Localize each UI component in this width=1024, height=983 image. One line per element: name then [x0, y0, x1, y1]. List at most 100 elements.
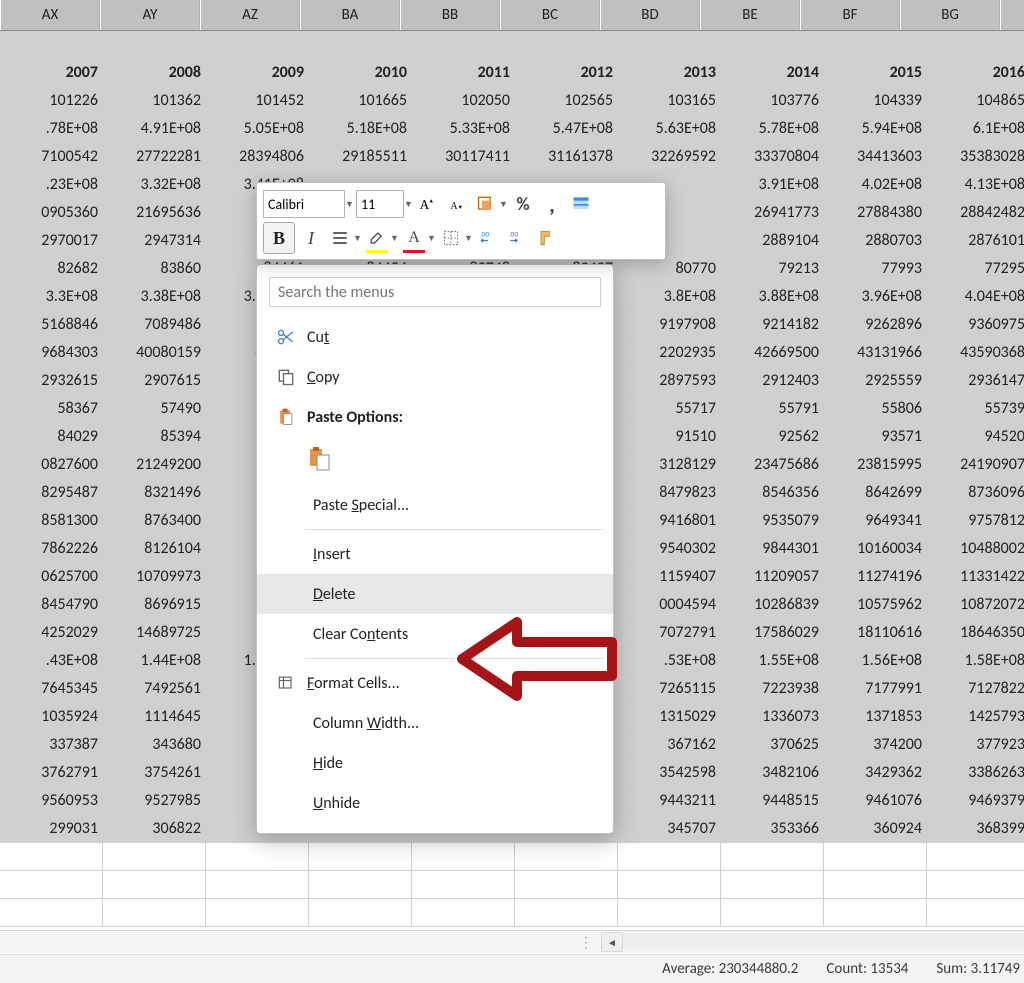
cell[interactable]: 8454790 — [0, 591, 103, 619]
cell[interactable]: 2016 — [927, 59, 1024, 87]
cell[interactable]: 103776 — [721, 87, 824, 115]
cell[interactable]: 11331422 — [927, 563, 1024, 591]
cell[interactable]: 10160034 — [824, 535, 927, 563]
cell[interactable]: 5.47E+08 — [515, 115, 618, 143]
cell[interactable]: 9214182 — [721, 311, 824, 339]
cell[interactable]: 92562 — [721, 423, 824, 451]
cell[interactable]: 79213 — [721, 255, 824, 283]
cell[interactable] — [618, 843, 721, 871]
cell[interactable]: 101362 — [103, 87, 206, 115]
cell[interactable]: .43E+08 — [0, 647, 103, 675]
cell[interactable]: 84029 — [0, 423, 103, 451]
increase-decimal-icon[interactable]: .00 — [475, 225, 501, 251]
cell[interactable]: 1.56E+08 — [824, 647, 927, 675]
column-header[interactable]: AY — [100, 0, 200, 30]
scroll-left-button[interactable]: ◄ — [601, 932, 623, 952]
cell[interactable]: 7862226 — [0, 535, 103, 563]
cell[interactable]: 10709973 — [103, 563, 206, 591]
cell[interactable]: 368399 — [927, 815, 1024, 843]
cell[interactable]: 14689725 — [103, 619, 206, 647]
cell[interactable]: 3.32E+08 — [103, 171, 206, 199]
cell[interactable]: 353366 — [721, 815, 824, 843]
column-header[interactable]: BF — [800, 0, 900, 30]
cell[interactable]: 2876101 — [927, 227, 1024, 255]
cell[interactable]: 2007 — [0, 59, 103, 87]
cell[interactable]: 55791 — [721, 395, 824, 423]
cell[interactable]: 9461076 — [824, 787, 927, 815]
menu-cut[interactable]: Cut — [257, 317, 613, 357]
cell[interactable]: 360924 — [824, 815, 927, 843]
scrollbar-track[interactable] — [623, 933, 1024, 951]
cell[interactable]: 9844301 — [721, 535, 824, 563]
cell[interactable]: 9360975 — [927, 311, 1024, 339]
conditional-format-icon[interactable] — [473, 191, 499, 217]
cell[interactable]: 9684303 — [0, 339, 103, 367]
cell[interactable]: 7492561 — [103, 675, 206, 703]
menu-paste-special[interactable]: Paste Special... — [257, 485, 613, 525]
cell[interactable]: 103165 — [618, 87, 721, 115]
decrease-font-icon[interactable]: A▾ — [444, 191, 470, 217]
cell[interactable]: 8321496 — [103, 479, 206, 507]
cell[interactable]: 1.58E+08 — [927, 647, 1024, 675]
column-header[interactable] — [1000, 0, 1024, 30]
cell[interactable] — [721, 31, 824, 59]
cell[interactable]: 5.33E+08 — [412, 115, 515, 143]
format-painter-icon[interactable] — [533, 225, 559, 251]
cell[interactable] — [824, 871, 927, 899]
cell[interactable] — [206, 899, 309, 927]
column-header[interactable]: BG — [900, 0, 1000, 30]
cell[interactable]: 2015 — [824, 59, 927, 87]
cell[interactable]: 9469379 — [927, 787, 1024, 815]
cell[interactable]: 3482106 — [721, 759, 824, 787]
menu-column-width[interactable]: Column Width... — [257, 703, 613, 743]
cell[interactable]: 10872072 — [927, 591, 1024, 619]
cell[interactable] — [309, 31, 412, 59]
cell[interactable]: 0004594 — [618, 591, 721, 619]
cell[interactable]: 93571 — [824, 423, 927, 451]
cell[interactable]: 0625700 — [0, 563, 103, 591]
menu-search[interactable] — [269, 277, 601, 307]
menu-insert[interactable]: Insert — [257, 534, 613, 574]
cell[interactable]: 2947314 — [103, 227, 206, 255]
cell[interactable]: 4.13E+08 — [927, 171, 1024, 199]
cell[interactable]: 1114645 — [103, 703, 206, 731]
cell[interactable]: 2010 — [309, 59, 412, 87]
cell[interactable]: 10286839 — [721, 591, 824, 619]
cell[interactable]: 28394806 — [206, 143, 309, 171]
cell[interactable]: 27884380 — [824, 199, 927, 227]
cell[interactable]: 21695636 — [103, 199, 206, 227]
cell[interactable]: 32269592 — [618, 143, 721, 171]
cell[interactable]: 77993 — [824, 255, 927, 283]
cell[interactable]: 7127822 — [927, 675, 1024, 703]
font-color-icon[interactable]: A — [401, 225, 427, 251]
italic-icon[interactable]: I — [298, 225, 324, 251]
cell[interactable]: 8479823 — [618, 479, 721, 507]
cell[interactable]: 3.3E+08 — [0, 283, 103, 311]
cell[interactable]: 35383028 — [927, 143, 1024, 171]
cell[interactable]: 374200 — [824, 731, 927, 759]
cell[interactable]: 1315029 — [618, 703, 721, 731]
menu-search-input[interactable] — [269, 277, 601, 307]
cell[interactable]: 85394 — [103, 423, 206, 451]
cell[interactable] — [0, 843, 103, 871]
column-headers[interactable]: AXAYAZBABBBCBDBEBFBG — [0, 0, 1024, 31]
cell[interactable]: 94520 — [927, 423, 1024, 451]
cell[interactable]: 7223938 — [721, 675, 824, 703]
cell[interactable]: 5168846 — [0, 311, 103, 339]
cell[interactable] — [309, 871, 412, 899]
cell[interactable]: 9527985 — [103, 787, 206, 815]
cell[interactable]: 8736096 — [927, 479, 1024, 507]
cell[interactable]: 1159407 — [618, 563, 721, 591]
cell[interactable] — [618, 31, 721, 59]
cell[interactable]: 2009 — [206, 59, 309, 87]
cell[interactable]: 82682 — [0, 255, 103, 283]
cell[interactable] — [618, 899, 721, 927]
cell[interactable] — [824, 31, 927, 59]
cell[interactable]: 4.04E+08 — [927, 283, 1024, 311]
cell[interactable] — [721, 899, 824, 927]
cell[interactable]: 2925559 — [824, 367, 927, 395]
cell[interactable]: 3128129 — [618, 451, 721, 479]
cell[interactable]: 9443211 — [618, 787, 721, 815]
cell[interactable]: 2012 — [515, 59, 618, 87]
cell[interactable]: 8763400 — [103, 507, 206, 535]
